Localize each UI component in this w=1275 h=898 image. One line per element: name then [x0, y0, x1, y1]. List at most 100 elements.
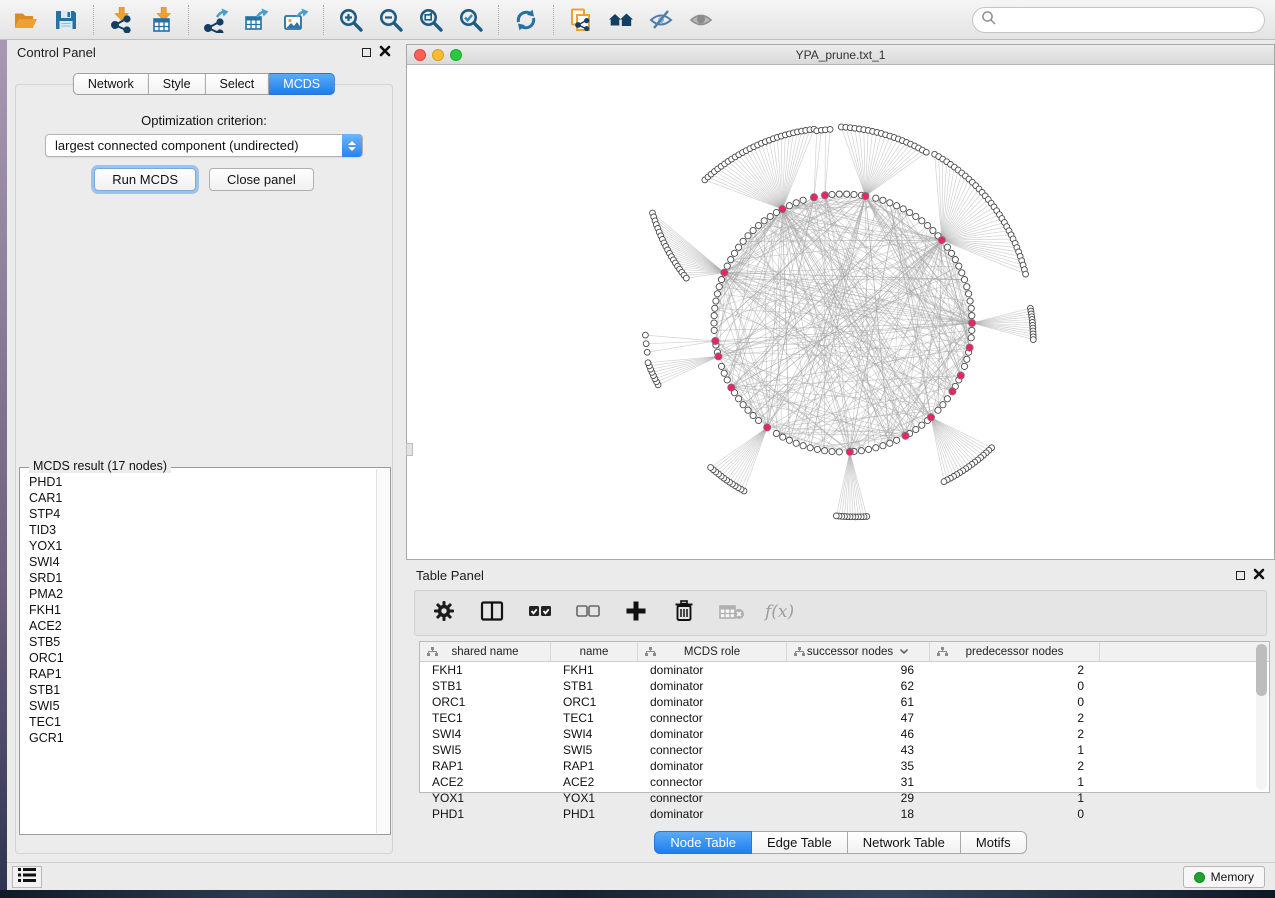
close-panel-icon[interactable]: [379, 45, 391, 60]
import-network-button[interactable]: [101, 4, 141, 36]
duplicate-network-button[interactable]: [561, 4, 601, 36]
mcds-result-item[interactable]: STB1: [29, 682, 375, 698]
tab-style[interactable]: Style: [149, 73, 206, 95]
show-all-button[interactable]: [681, 4, 721, 36]
mcds-result-item[interactable]: STP4: [29, 506, 375, 522]
hide-selected-button[interactable]: [641, 4, 681, 36]
table-delete-icon: [718, 600, 746, 627]
tab-network-table[interactable]: Network Table: [848, 831, 961, 854]
mcds-result-item[interactable]: SRD1: [29, 570, 375, 586]
deselect-all-rows-button[interactable]: [575, 600, 601, 626]
table-row[interactable]: SWI4SWI4dominator462: [420, 726, 1269, 742]
create-column-button[interactable]: [623, 600, 649, 626]
close-table-panel-icon[interactable]: [1253, 568, 1265, 583]
optimization-dropdown[interactable]: largest connected component (undirected): [45, 134, 363, 157]
import-table-button[interactable]: [141, 4, 181, 36]
export-table-button[interactable]: [236, 4, 276, 36]
cell-mcds-role: dominator: [638, 806, 787, 822]
columns-icon: [480, 600, 504, 627]
float-table-panel-icon[interactable]: [1236, 571, 1245, 580]
zoom-fit-button[interactable]: [411, 4, 451, 36]
mcds-result-item[interactable]: YOX1: [29, 538, 375, 554]
tab-network[interactable]: Network: [73, 73, 149, 95]
node-table: shared namenameMCDS rolesuccessor nodesp…: [419, 641, 1270, 793]
table-settings-button[interactable]: [431, 600, 457, 626]
mcds-result-item[interactable]: TID3: [29, 522, 375, 538]
window-controls: [414, 49, 462, 61]
mcds-result-item[interactable]: TEC1: [29, 714, 375, 730]
mcds-result-item[interactable]: ACE2: [29, 618, 375, 634]
table-row[interactable]: RAP1RAP1dominator352: [420, 758, 1269, 774]
cell-mcds-role: connector: [638, 774, 787, 790]
delete-table-button: [719, 600, 745, 626]
column-header-predecessor-nodes[interactable]: predecessor nodes: [930, 642, 1100, 661]
mcds-result-item[interactable]: SWI4: [29, 554, 375, 570]
tab-motifs[interactable]: Motifs: [961, 831, 1027, 854]
column-header-MCDS-role[interactable]: MCDS role: [638, 642, 787, 661]
table-row[interactable]: FKH1FKH1dominator962: [420, 662, 1269, 678]
search-input[interactable]: [1002, 13, 1264, 27]
hierarchy-icon: [427, 647, 438, 660]
export-network-button[interactable]: [196, 4, 236, 36]
minimize-window-icon[interactable]: [432, 49, 444, 61]
memory-button[interactable]: Memory: [1183, 866, 1265, 888]
mcds-result-item[interactable]: ORC1: [29, 650, 375, 666]
mcds-result-item[interactable]: STB5: [29, 634, 375, 650]
export-image-button[interactable]: [276, 4, 316, 36]
fx-icon: f(x): [763, 599, 797, 628]
float-panel-icon[interactable]: [362, 48, 371, 57]
cell-successor-nodes: 62: [787, 678, 930, 694]
tab-select[interactable]: Select: [206, 73, 270, 95]
column-header-successor-nodes[interactable]: successor nodes: [787, 642, 930, 661]
zoom-out-button[interactable]: [371, 4, 411, 36]
tab-node-table[interactable]: Node Table: [654, 831, 752, 854]
mcds-result-item[interactable]: PHD1: [29, 474, 375, 490]
mcds-result-item[interactable]: FKH1: [29, 602, 375, 618]
table-row[interactable]: SWI5SWI5connector431: [420, 742, 1269, 758]
mcds-result-item[interactable]: PMA2: [29, 586, 375, 602]
table-row[interactable]: PHD1PHD1dominator180: [420, 806, 1269, 822]
refresh-network-button[interactable]: [506, 4, 546, 36]
mcds-result-item[interactable]: CAR1: [29, 490, 375, 506]
search-box[interactable]: [972, 7, 1265, 33]
table-row[interactable]: YOX1YOX1connector291: [420, 790, 1269, 806]
mcds-result-item[interactable]: GCR1: [29, 730, 375, 746]
save-session-button[interactable]: [46, 4, 86, 36]
mcds-result-list[interactable]: PHD1CAR1STP4TID3YOX1SWI4SRD1PMA2FKH1ACE2…: [21, 474, 375, 833]
tab-edge-table[interactable]: Edge Table: [752, 831, 848, 854]
table-row[interactable]: ACE2ACE2connector311: [420, 774, 1269, 790]
network-canvas[interactable]: [407, 65, 1274, 559]
cell-predecessor-nodes: 1: [930, 790, 1100, 806]
column-header-name[interactable]: name: [551, 642, 638, 661]
first-neighbors-button[interactable]: [601, 4, 641, 36]
panel-resize-grip[interactable]: [406, 443, 413, 456]
table-row[interactable]: STB1STB1dominator620: [420, 678, 1269, 694]
tab-mcds[interactable]: MCDS: [269, 73, 335, 95]
run-mcds-button[interactable]: Run MCDS: [94, 168, 196, 191]
table-scrollbar[interactable]: [1256, 644, 1267, 790]
sort-chevron-icon[interactable]: [899, 646, 909, 658]
open-file-button[interactable]: [6, 4, 46, 36]
cell-name: ORC1: [551, 694, 638, 710]
toolbar-separator: [323, 5, 324, 35]
table-scrollbar-thumb[interactable]: [1256, 644, 1267, 696]
select-all-rows-button[interactable]: [527, 600, 553, 626]
close-window-icon[interactable]: [414, 49, 426, 61]
task-history-button[interactable]: [12, 866, 42, 888]
mcds-result-item[interactable]: RAP1: [29, 666, 375, 682]
column-header-shared-name[interactable]: shared name: [420, 642, 551, 661]
cell-successor-nodes: 96: [787, 662, 930, 678]
toggle-panel-layout-button[interactable]: [479, 600, 505, 626]
close-panel-button[interactable]: Close panel: [209, 168, 314, 191]
zoom-selected-button[interactable]: [451, 4, 491, 36]
cell-name: PHD1: [551, 806, 638, 822]
cell-shared-name: RAP1: [420, 758, 551, 774]
table-row[interactable]: ORC1ORC1dominator610: [420, 694, 1269, 710]
maximize-window-icon[interactable]: [450, 49, 462, 61]
delete-column-button[interactable]: [671, 600, 697, 626]
network-window-titlebar[interactable]: YPA_prune.txt_1: [407, 45, 1274, 65]
table-row[interactable]: TEC1TEC1connector472: [420, 710, 1269, 726]
zoom-in-button[interactable]: [331, 4, 371, 36]
mcds-result-scrollbar[interactable]: [376, 469, 389, 833]
mcds-result-item[interactable]: SWI5: [29, 698, 375, 714]
